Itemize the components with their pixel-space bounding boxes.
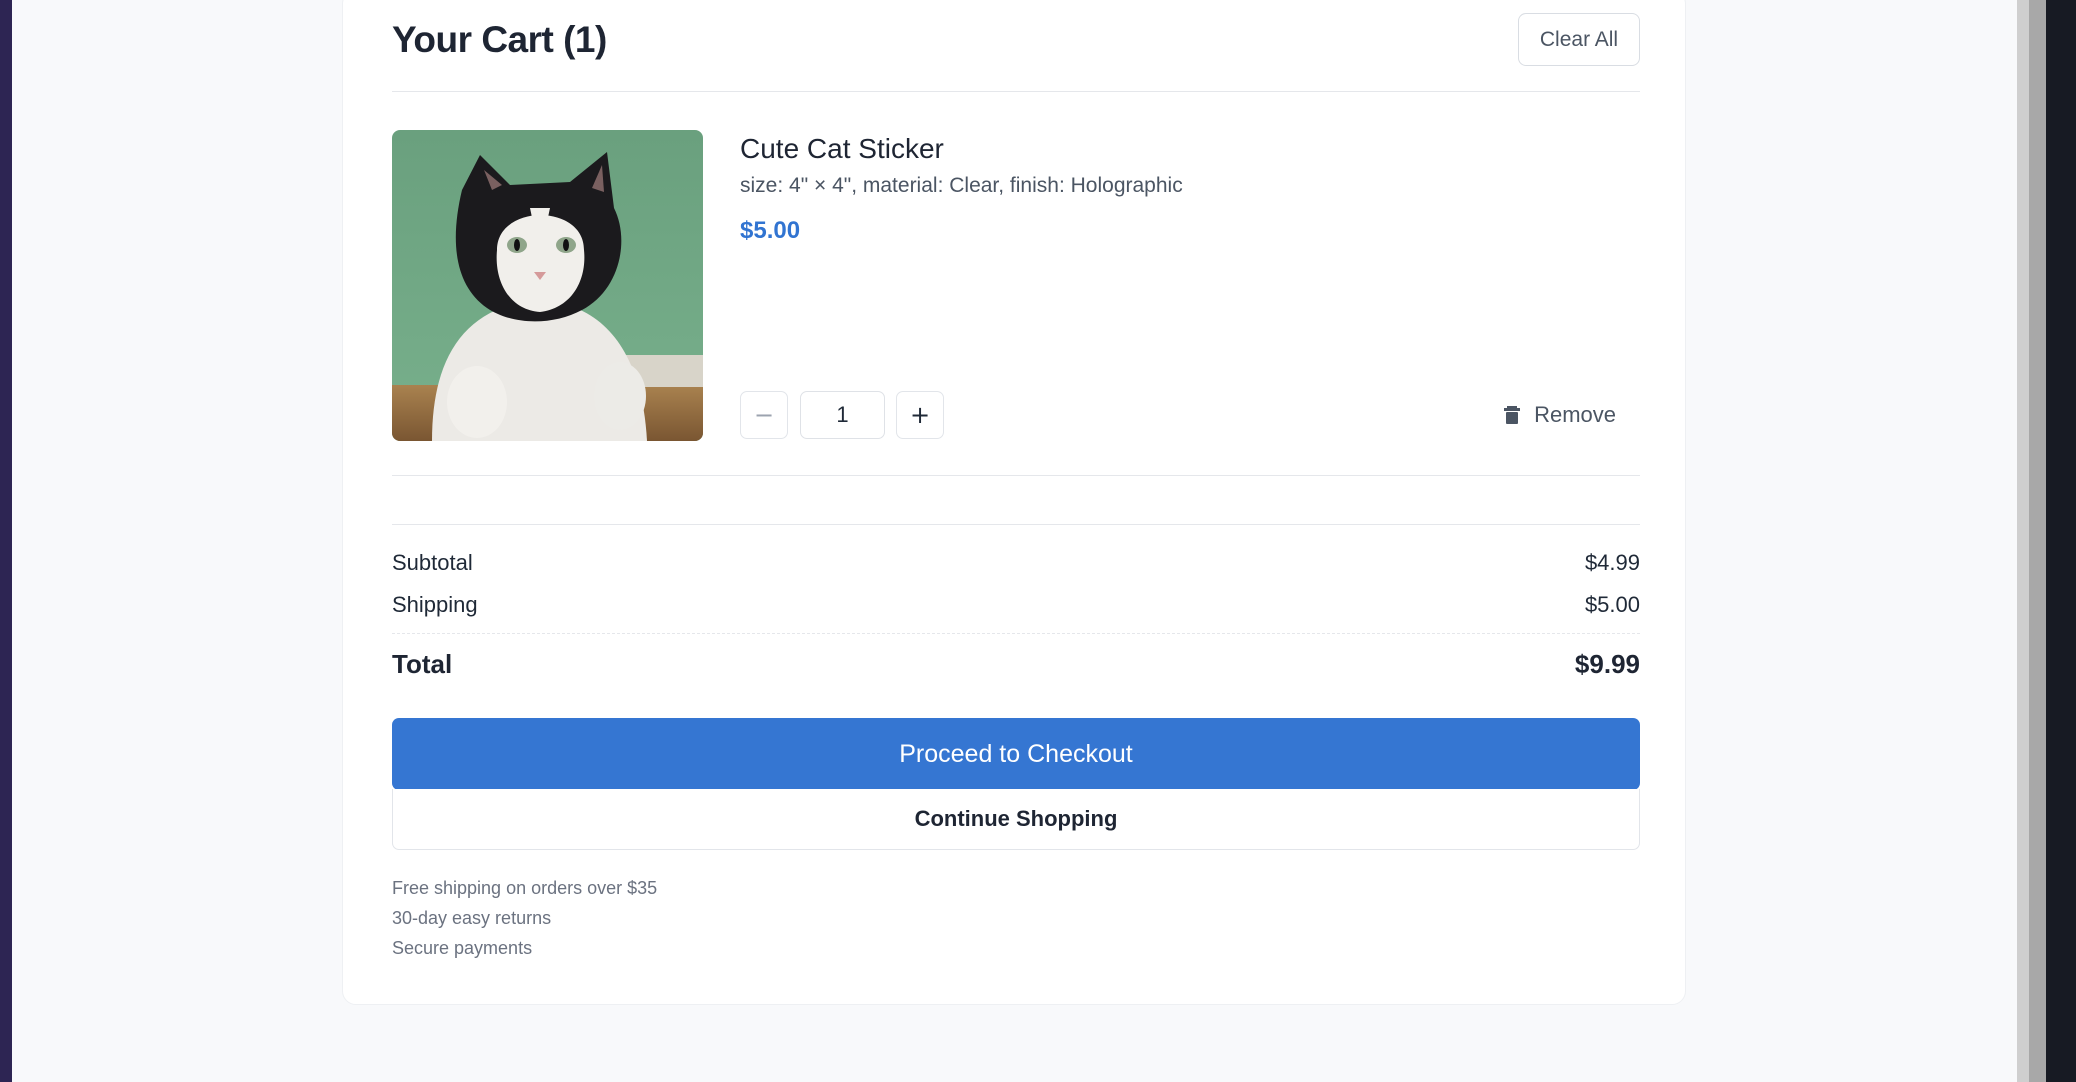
- order-summary: Subtotal $4.99 Shipping $5.00 Total $9.9…: [392, 524, 1640, 679]
- increase-quantity-button[interactable]: +: [896, 391, 944, 439]
- cart-content: Your Cart (1) Clear All Cute Cat Sticker…: [392, 0, 1640, 1004]
- subtotal-label: Subtotal: [392, 550, 473, 575]
- cat-photo-icon: [392, 130, 703, 441]
- item-details: Cute Cat Sticker size: 4" × 4", material…: [739, 130, 1619, 441]
- scrollbar-thumb[interactable]: [2029, 0, 2046, 1082]
- perk-secure-payments: Secure payments: [392, 938, 533, 958]
- product-options: size: 4" × 4", material: Clear, finish: …: [740, 174, 1183, 197]
- total-value: $9.99: [1574, 649, 1640, 679]
- page-title: Your Cart (1): [392, 19, 607, 60]
- window-left-edge: [0, 0, 12, 1082]
- subtotal-value: $4.99: [1584, 550, 1640, 575]
- shipping-label: Shipping: [392, 592, 478, 617]
- total-label: Total: [392, 649, 453, 679]
- remove-item-button[interactable]: Remove: [1479, 391, 1619, 439]
- checkout-button[interactable]: Proceed to Checkout: [392, 718, 1640, 790]
- decrease-quantity-button[interactable]: −: [740, 391, 788, 439]
- product-price: $5.00: [740, 217, 801, 244]
- perk-free-shipping: Free shipping on orders over $35: [392, 878, 658, 898]
- summary-divider: [392, 633, 1640, 634]
- quantity-input[interactable]: [800, 391, 885, 439]
- cart-panel: Your Cart (1) Clear All Cute Cat Sticker…: [342, 0, 1686, 1005]
- remove-label: Remove: [1534, 402, 1616, 427]
- cart-header: Your Cart (1) Clear All: [392, 1, 1640, 92]
- continue-shopping-button[interactable]: Continue Shopping: [392, 789, 1640, 850]
- window-right-edge: [2046, 0, 2076, 1082]
- shipping-value: $5.00: [1584, 592, 1640, 617]
- trash-icon: [1504, 406, 1521, 424]
- product-name[interactable]: Cute Cat Sticker: [740, 133, 944, 165]
- cart-item: Cute Cat Sticker size: 4" × 4", material…: [392, 92, 1640, 476]
- clear-all-button[interactable]: Clear All: [1518, 13, 1640, 66]
- perk-returns: 30-day easy returns: [392, 908, 552, 928]
- product-image[interactable]: [392, 130, 703, 441]
- perks-list: Free shipping on orders over $35 30-day …: [392, 873, 657, 963]
- scrollbar-track[interactable]: [2017, 0, 2029, 1082]
